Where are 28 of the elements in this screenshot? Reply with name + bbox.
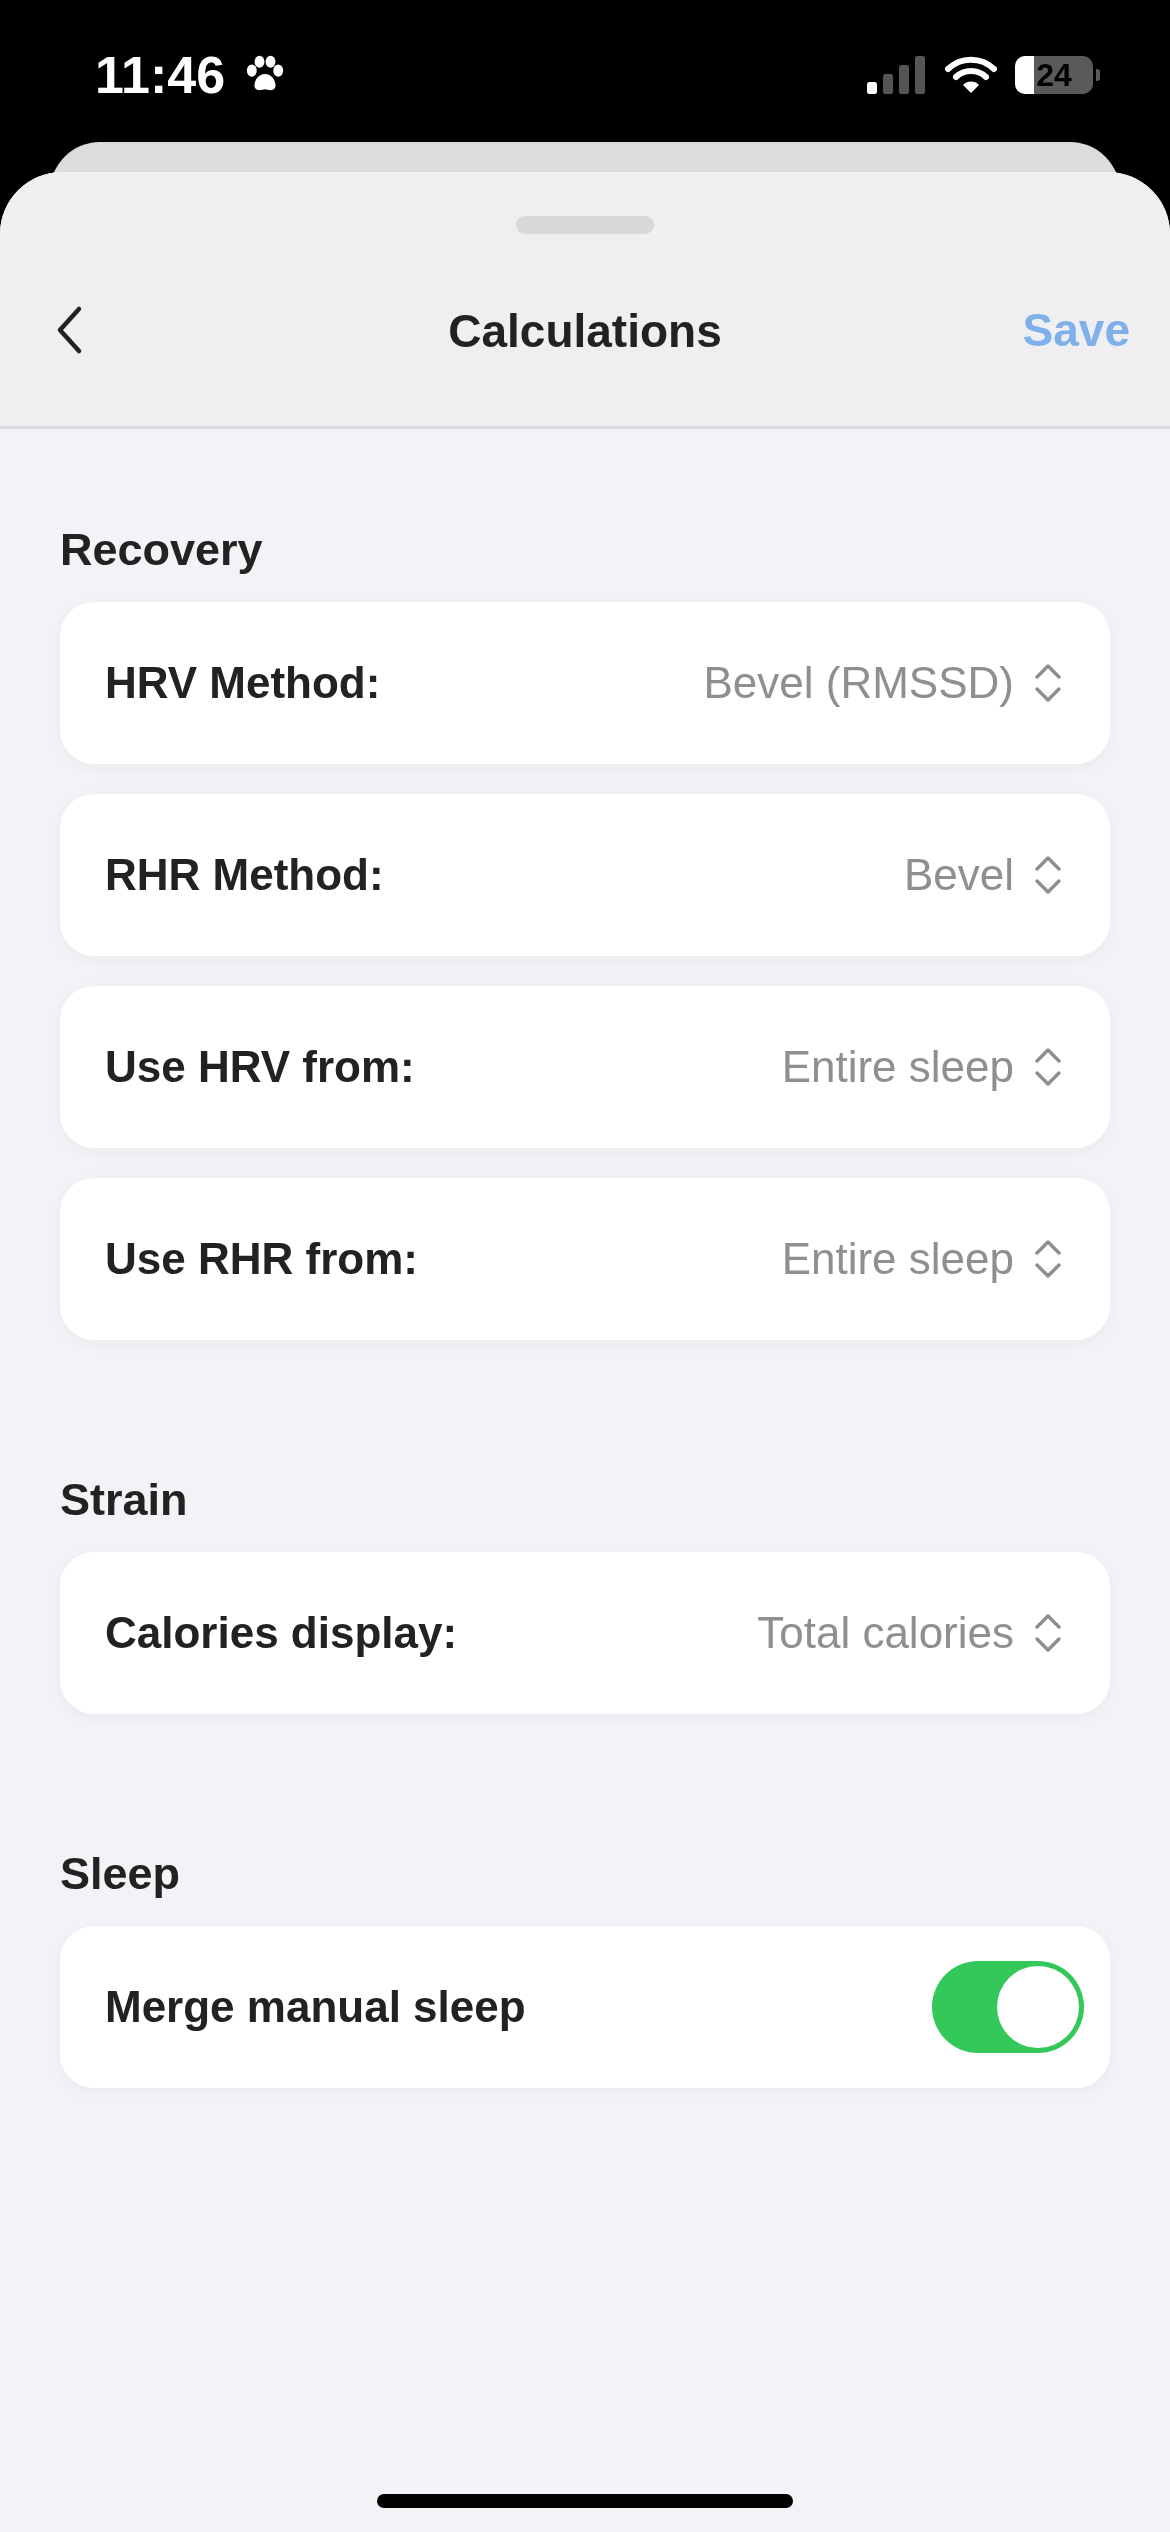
row-label: Merge manual sleep xyxy=(105,1982,527,2032)
section-title: Sleep xyxy=(60,1848,182,1900)
picker-row[interactable]: Use RHR from: Entire sleep xyxy=(60,1178,1110,1340)
up-down-chevron-icon xyxy=(1034,1045,1062,1089)
picker-row[interactable]: RHR Method: Bevel xyxy=(60,794,1110,956)
row-label: HRV Method: xyxy=(105,658,382,708)
signal-icon xyxy=(867,56,927,94)
row-label: Use HRV from: xyxy=(105,1042,416,1092)
picker-row[interactable]: Use HRV from: Entire sleep xyxy=(60,986,1110,1148)
row-value: Total calories xyxy=(757,1608,1014,1658)
row-value: Entire sleep xyxy=(781,1234,1014,1284)
row-value: Bevel (RMSSD) xyxy=(703,658,1014,708)
wifi-icon xyxy=(945,56,997,94)
row-label: RHR Method: xyxy=(105,850,385,900)
section-title: Strain xyxy=(60,1474,189,1526)
up-down-chevron-icon xyxy=(1034,1237,1062,1281)
picker-row[interactable]: HRV Method: Bevel (RMSSD) xyxy=(60,602,1110,764)
status-time: 11:46 xyxy=(95,45,226,105)
row-value: Entire sleep xyxy=(781,1042,1014,1092)
section-title: Recovery xyxy=(60,524,264,576)
up-down-chevron-icon xyxy=(1034,661,1062,705)
up-down-chevron-icon xyxy=(1034,853,1062,897)
row-label: Calories display: xyxy=(105,1608,459,1658)
row-label: Use RHR from: xyxy=(105,1234,419,1284)
screen-title: Calculations xyxy=(448,304,722,358)
row-value: Bevel xyxy=(903,850,1014,900)
picker-row[interactable]: Calories display: Total calories xyxy=(60,1552,1110,1714)
up-down-chevron-icon xyxy=(1034,1611,1062,1655)
